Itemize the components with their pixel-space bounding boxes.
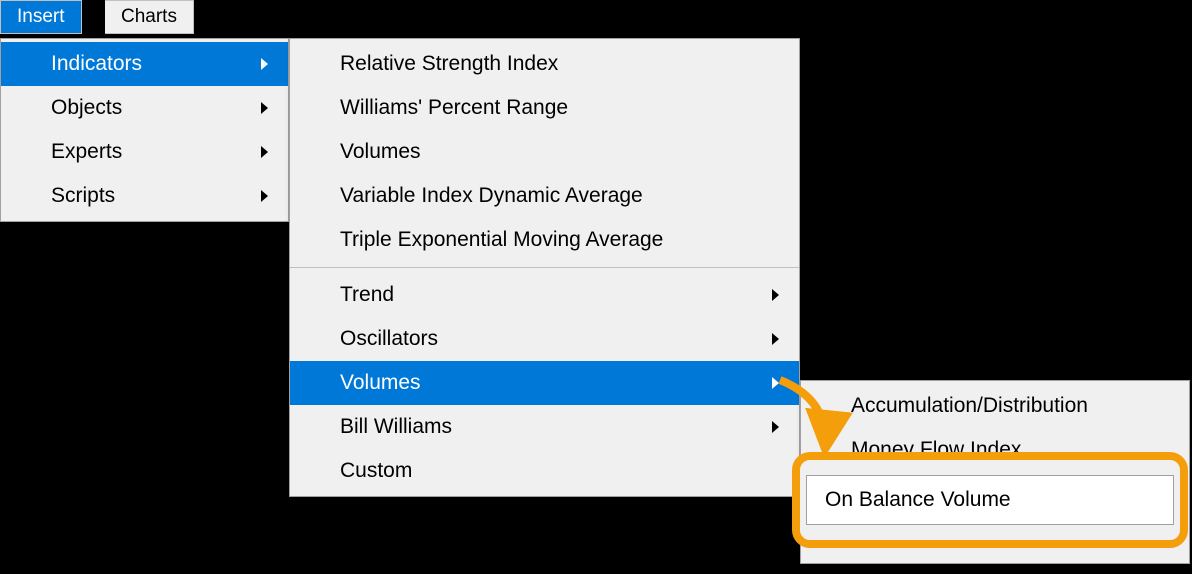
chevron-right-icon — [261, 58, 268, 70]
menu-separator — [290, 267, 799, 268]
menu-item-label: Variable Index Dynamic Average — [340, 184, 779, 208]
menubar: Insert — [0, 0, 82, 34]
chevron-right-icon — [772, 289, 779, 301]
menu-item-tema[interactable]: Triple Exponential Moving Average — [290, 218, 799, 262]
menu-item-scripts[interactable]: Scripts — [1, 174, 288, 218]
highlighted-item[interactable]: On Balance Volume — [806, 475, 1174, 525]
chevron-right-icon — [261, 102, 268, 114]
menu-item-label: Bill Williams — [340, 415, 762, 439]
menu-item-label: Scripts — [51, 184, 251, 208]
menu-item-label: Experts — [51, 140, 251, 164]
menu-item-rsi[interactable]: Relative Strength Index — [290, 42, 799, 86]
highlighted-label: On Balance Volume — [825, 488, 1011, 511]
menu-item-label: Volumes — [340, 371, 762, 395]
chevron-right-icon — [261, 146, 268, 158]
menu-item-label: Oscillators — [340, 327, 762, 351]
menu-item-ad[interactable]: Accumulation/Distribution — [801, 384, 1189, 428]
menu-item-volumes-category[interactable]: Volumes — [290, 361, 799, 405]
menu-item-label: Volumes — [340, 140, 779, 164]
menu-insert-dropdown: Indicators Objects Experts Scripts — [0, 38, 289, 222]
menu-item-indicators[interactable]: Indicators — [1, 42, 288, 86]
menu-item-label: Williams' Percent Range — [340, 96, 779, 120]
menu-item-wpr[interactable]: Williams' Percent Range — [290, 86, 799, 130]
menu-item-billwilliams[interactable]: Bill Williams — [290, 405, 799, 449]
menu-item-label: Triple Exponential Moving Average — [340, 228, 779, 252]
highlight-overlay: On Balance Volume — [798, 458, 1182, 542]
menu-item-label: Relative Strength Index — [340, 52, 779, 76]
menu-item-oscillators[interactable]: Oscillators — [290, 317, 799, 361]
chevron-right-icon — [261, 190, 268, 202]
menu-item-label: Indicators — [51, 52, 251, 76]
menubar-label: Charts — [121, 6, 177, 27]
menu-item-trend[interactable]: Trend — [290, 273, 799, 317]
menu-item-label: Custom — [340, 459, 779, 483]
menubar-item-charts[interactable]: Charts — [105, 0, 194, 34]
menu-item-custom[interactable]: Custom — [290, 449, 799, 493]
chevron-right-icon — [772, 377, 779, 389]
menu-item-experts[interactable]: Experts — [1, 130, 288, 174]
menubar-item-insert[interactable]: Insert — [1, 1, 81, 33]
menu-item-label: Trend — [340, 283, 762, 307]
menubar-label: Insert — [17, 6, 65, 27]
menu-item-label: Accumulation/Distribution — [851, 394, 1169, 418]
chevron-right-icon — [772, 333, 779, 345]
menu-indicators-submenu: Relative Strength Index Williams' Percen… — [289, 38, 800, 497]
chevron-right-icon — [772, 421, 779, 433]
menu-item-vida[interactable]: Variable Index Dynamic Average — [290, 174, 799, 218]
menu-item-label: Objects — [51, 96, 251, 120]
menu-item-objects[interactable]: Objects — [1, 86, 288, 130]
menu-item-volumes[interactable]: Volumes — [290, 130, 799, 174]
